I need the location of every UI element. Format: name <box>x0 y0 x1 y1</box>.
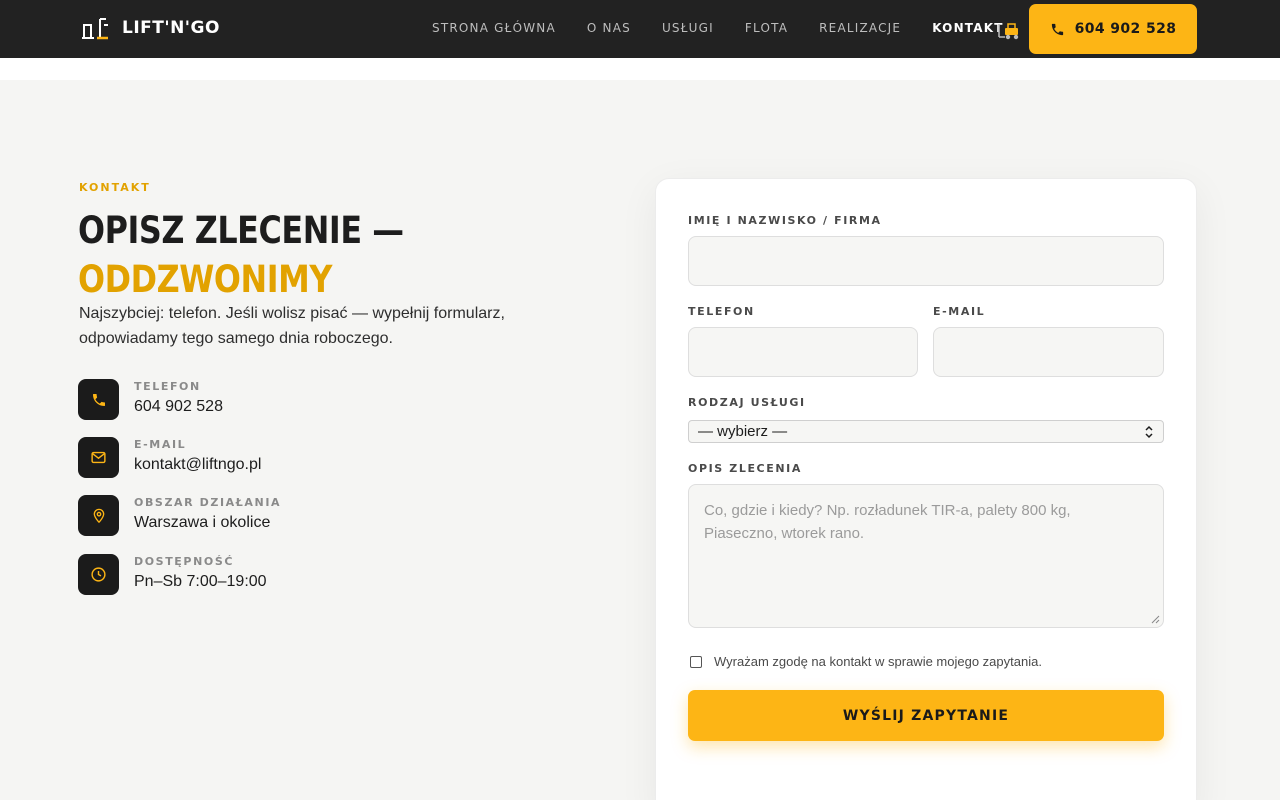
top-navbar: LIFT'N'GO STRONA GŁÓWNA O NAS USŁUGI FLO… <box>0 0 1280 58</box>
nav-link-fleet[interactable]: FLOTA <box>745 21 788 35</box>
nav-link-services[interactable]: USŁUGI <box>662 21 714 35</box>
nav-link-projects[interactable]: REALIZACJE <box>819 21 901 35</box>
service-select-value: — wybierz — <box>698 423 788 440</box>
section-title: OPISZ ZLECENIE — ODDZWONIMY <box>78 206 404 304</box>
section-title-line2: ODDZWONIMY <box>78 258 332 301</box>
forklift-logo-icon <box>82 18 108 40</box>
forklift-icon <box>998 23 1019 40</box>
contact-label: OBSZAR DZIAŁANIA <box>134 496 282 509</box>
contact-icon-box <box>78 495 119 536</box>
email-field-label: E-MAIL <box>933 305 986 318</box>
contact-item-email[interactable]: E-MAIL kontakt@liftngo.pl <box>78 437 261 478</box>
contact-value: Pn–Sb 7:00–19:00 <box>134 573 267 590</box>
section-title-line1: OPISZ ZLECENIE — <box>78 209 404 252</box>
consent-checkbox[interactable] <box>690 655 702 668</box>
resize-handle-icon[interactable] <box>1151 615 1160 624</box>
contact-icon-box <box>78 379 119 420</box>
consent-row: Wyrażam zgodę na kontakt w sprawie mojeg… <box>690 654 1042 669</box>
contact-icon-box <box>78 437 119 478</box>
mail-icon <box>91 451 106 464</box>
clock-icon <box>91 567 106 582</box>
contact-item-area: OBSZAR DZIAŁANIA Warszawa i okolice <box>78 495 281 536</box>
section-lead: Najszybciej: telefon. Jeśli wolisz pisać… <box>79 305 505 347</box>
call-phone-label: 604 902 528 <box>1074 21 1177 37</box>
call-phone-button[interactable]: 604 902 528 <box>1029 4 1197 54</box>
select-chevron-icon <box>1145 425 1153 439</box>
main-nav: STRONA GŁÓWNA O NAS USŁUGI FLOTA REALIZA… <box>432 21 1008 35</box>
name-field-label: IMIĘ I NAZWISKO / FIRMA <box>688 214 882 227</box>
contact-value: Warszawa i okolice <box>134 514 271 531</box>
nav-link-contact[interactable]: KONTAKT <box>932 21 1003 35</box>
service-select[interactable]: — wybierz — <box>688 420 1164 443</box>
contact-label: E-MAIL <box>134 438 187 451</box>
description-placeholder: Co, gdzie i kiedy? Np. rozładunek TIR-a,… <box>704 502 1071 542</box>
contact-item-hours: DOSTĘPNOŚĆ Pn–Sb 7:00–19:00 <box>78 554 267 595</box>
section-eyebrow: KONTAKT <box>79 181 151 194</box>
consent-label: Wyrażam zgodę na kontakt w sprawie mojeg… <box>714 654 1042 669</box>
description-textarea[interactable]: Co, gdzie i kiedy? Np. rozładunek TIR-a,… <box>688 484 1164 628</box>
contact-value: 604 902 528 <box>134 398 223 415</box>
contact-label: TELEFON <box>134 380 201 393</box>
phone-input[interactable] <box>688 327 918 377</box>
brand-logo[interactable]: LIFT'N'GO <box>80 16 220 40</box>
submit-button[interactable]: WYŚLIJ ZAPYTANIE <box>688 690 1164 741</box>
contact-label: DOSTĘPNOŚĆ <box>134 555 235 568</box>
brand-name: LIFT'N'GO <box>122 18 220 38</box>
service-field-label: RODZAJ USŁUGI <box>688 396 806 409</box>
phone-icon <box>92 393 105 406</box>
email-input[interactable] <box>933 327 1164 377</box>
contact-icon-box <box>78 554 119 595</box>
contact-item-phone[interactable]: TELEFON 604 902 528 <box>78 379 223 420</box>
name-input[interactable] <box>688 236 1164 286</box>
location-pin-icon <box>93 508 104 524</box>
phone-icon <box>1051 23 1063 35</box>
nav-link-home[interactable]: STRONA GŁÓWNA <box>432 21 556 35</box>
description-field-label: OPIS ZLECENIA <box>688 462 802 475</box>
header-divider <box>0 58 1280 80</box>
nav-link-about[interactable]: O NAS <box>587 21 631 35</box>
contact-value: kontakt@liftngo.pl <box>134 456 262 473</box>
phone-field-label: TELEFON <box>688 305 755 318</box>
